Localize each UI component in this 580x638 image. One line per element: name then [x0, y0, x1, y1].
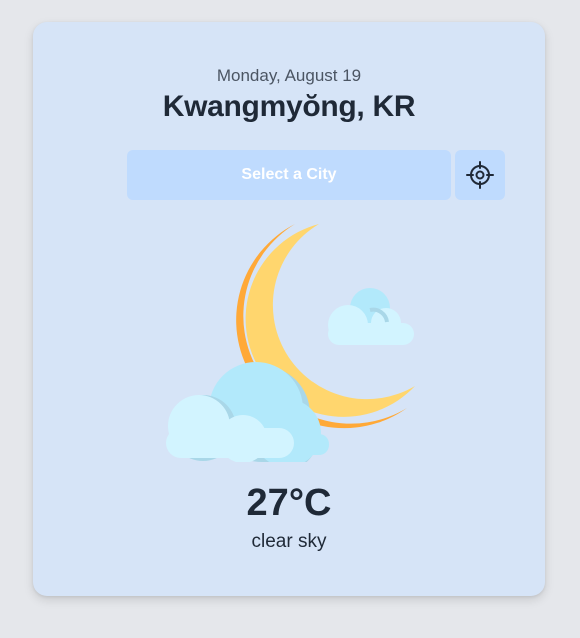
current-location-button[interactable]: [455, 150, 505, 200]
city-select-button[interactable]: Select a City: [127, 150, 451, 200]
moon-with-clouds-icon: [166, 224, 415, 462]
weather-description: clear sky: [251, 531, 327, 552]
crosshair-icon: [466, 161, 494, 189]
location-title: Kwangmyŏng, KR: [162, 90, 416, 123]
small-cloud-shape: [328, 288, 414, 345]
temperature-value: 27°C: [246, 482, 332, 524]
current-date: Monday, August 19: [216, 66, 362, 85]
city-select-label: Select a City: [241, 166, 337, 183]
weather-card: Monday, August 19 Kwangmyŏng, KR Select …: [33, 22, 545, 596]
